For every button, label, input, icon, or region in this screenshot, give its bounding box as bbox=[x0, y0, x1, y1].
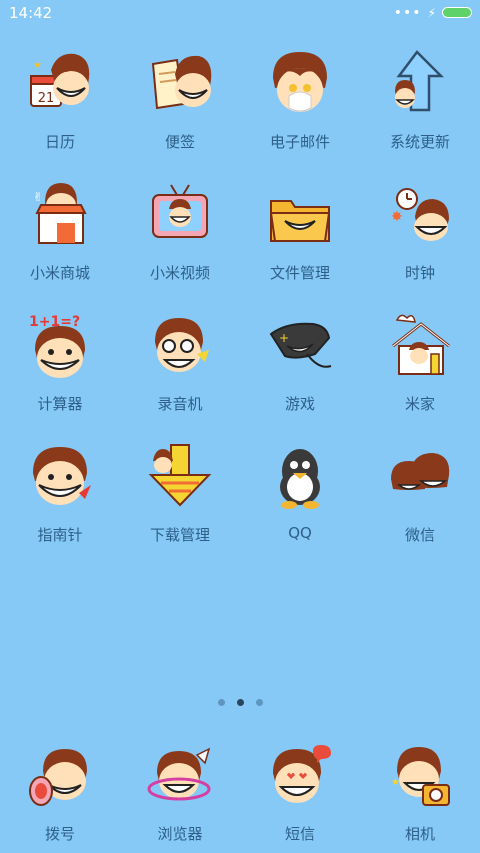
messages-icon bbox=[273, 745, 331, 803]
dock-messages[interactable]: 短信 bbox=[240, 733, 360, 851]
svg-text:✸: ✸ bbox=[391, 209, 403, 225]
calculator-icon: 1+1=? bbox=[29, 314, 85, 378]
svg-text:✌: ✌ bbox=[33, 190, 43, 204]
mi-video-icon bbox=[152, 184, 208, 238]
app-clock[interactable]: ✸ 时钟 bbox=[360, 171, 480, 302]
app-label: 浏览器 bbox=[157, 825, 203, 843]
app-mi-store[interactable]: ✌ 小米商城 bbox=[0, 171, 120, 302]
system-update-icon bbox=[395, 50, 445, 112]
download-manager-icon bbox=[148, 444, 212, 507]
battery-icon bbox=[442, 7, 472, 18]
phone-icon bbox=[29, 749, 87, 806]
app-label: 相机 bbox=[404, 825, 435, 843]
app-label: 拨号 bbox=[44, 825, 75, 843]
app-label: 文件管理 bbox=[269, 264, 330, 282]
page-indicator bbox=[0, 699, 480, 706]
camera-icon: ★ bbox=[391, 747, 450, 806]
email-icon bbox=[273, 52, 327, 112]
app-download-manager[interactable]: 下载管理 bbox=[120, 433, 240, 564]
mi-home-icon bbox=[392, 314, 450, 375]
app-calendar[interactable]: 21 ★ 日历 bbox=[0, 40, 120, 171]
app-label: 系统更新 bbox=[389, 133, 450, 151]
app-label: QQ bbox=[288, 524, 312, 542]
app-recorder[interactable]: 录音机 bbox=[120, 302, 240, 433]
games-icon: + bbox=[269, 322, 332, 368]
compass-icon bbox=[33, 447, 91, 505]
app-label: 游戏 bbox=[284, 395, 315, 413]
app-notes[interactable]: 便签 bbox=[120, 40, 240, 171]
app-label: 录音机 bbox=[157, 395, 203, 413]
calendar-icon: 21 ★ bbox=[30, 53, 90, 107]
app-label: 指南针 bbox=[37, 526, 83, 544]
app-label: 日历 bbox=[44, 133, 75, 151]
status-time: 14:42 bbox=[9, 4, 53, 22]
dock-browser[interactable]: 浏览器 bbox=[120, 733, 240, 851]
svg-text:★: ★ bbox=[33, 60, 42, 71]
page-dot-2[interactable] bbox=[236, 699, 244, 706]
status-bar: 14:42 ••• ⚡ bbox=[0, 0, 480, 28]
charging-icon: ⚡ bbox=[427, 5, 436, 20]
qq-icon bbox=[280, 449, 320, 509]
recorder-icon bbox=[155, 318, 209, 372]
app-games[interactable]: + 游戏 bbox=[240, 302, 360, 433]
app-label: 电子邮件 bbox=[269, 133, 330, 151]
app-label: 便签 bbox=[164, 133, 195, 151]
app-label: 小米商城 bbox=[29, 264, 90, 282]
dock: 拨号 浏览器 短信 ★ 相机 bbox=[0, 733, 480, 851]
file-manager-icon bbox=[269, 200, 331, 242]
app-label: 小米视频 bbox=[149, 264, 210, 282]
app-wechat[interactable]: 微信 bbox=[360, 433, 480, 564]
page-dot-1[interactable] bbox=[217, 699, 225, 706]
app-qq[interactable]: QQ bbox=[240, 433, 360, 564]
app-file-manager[interactable]: 文件管理 bbox=[240, 171, 360, 302]
mi-store-icon: ✌ bbox=[33, 183, 87, 244]
app-mi-video[interactable]: 小米视频 bbox=[120, 171, 240, 302]
app-label: 时钟 bbox=[404, 264, 435, 282]
app-mi-home[interactable]: 米家 bbox=[360, 302, 480, 433]
wechat-icon bbox=[391, 453, 450, 490]
app-label: 微信 bbox=[404, 526, 435, 544]
browser-icon bbox=[147, 747, 211, 801]
clock-icon: ✸ bbox=[391, 188, 449, 241]
app-label: 计算器 bbox=[37, 395, 83, 413]
app-label: 下载管理 bbox=[149, 526, 210, 544]
app-compass[interactable]: 指南针 bbox=[0, 433, 120, 564]
notes-icon bbox=[151, 55, 212, 110]
app-calculator[interactable]: 1+1=? 计算器 bbox=[0, 302, 120, 433]
more-icon: ••• bbox=[393, 4, 422, 21]
app-label: 米家 bbox=[404, 395, 435, 413]
status-icons: ••• ⚡ bbox=[393, 4, 472, 21]
app-grid: 21 ★ 日历 便签 电子邮件 系统更新 ✌ 小米商城 小米视频 文件管理 ✸ … bbox=[0, 40, 480, 564]
page-dot-3[interactable] bbox=[255, 699, 263, 706]
svg-text:★: ★ bbox=[391, 777, 400, 788]
app-system-update[interactable]: 系统更新 bbox=[360, 40, 480, 171]
dock-camera[interactable]: ★ 相机 bbox=[360, 733, 480, 851]
app-label: 短信 bbox=[284, 825, 315, 843]
app-email[interactable]: 电子邮件 bbox=[240, 40, 360, 171]
calendar-date-text: 21 bbox=[38, 91, 55, 106]
svg-text:+: + bbox=[279, 331, 289, 345]
dock-phone[interactable]: 拨号 bbox=[0, 733, 120, 851]
